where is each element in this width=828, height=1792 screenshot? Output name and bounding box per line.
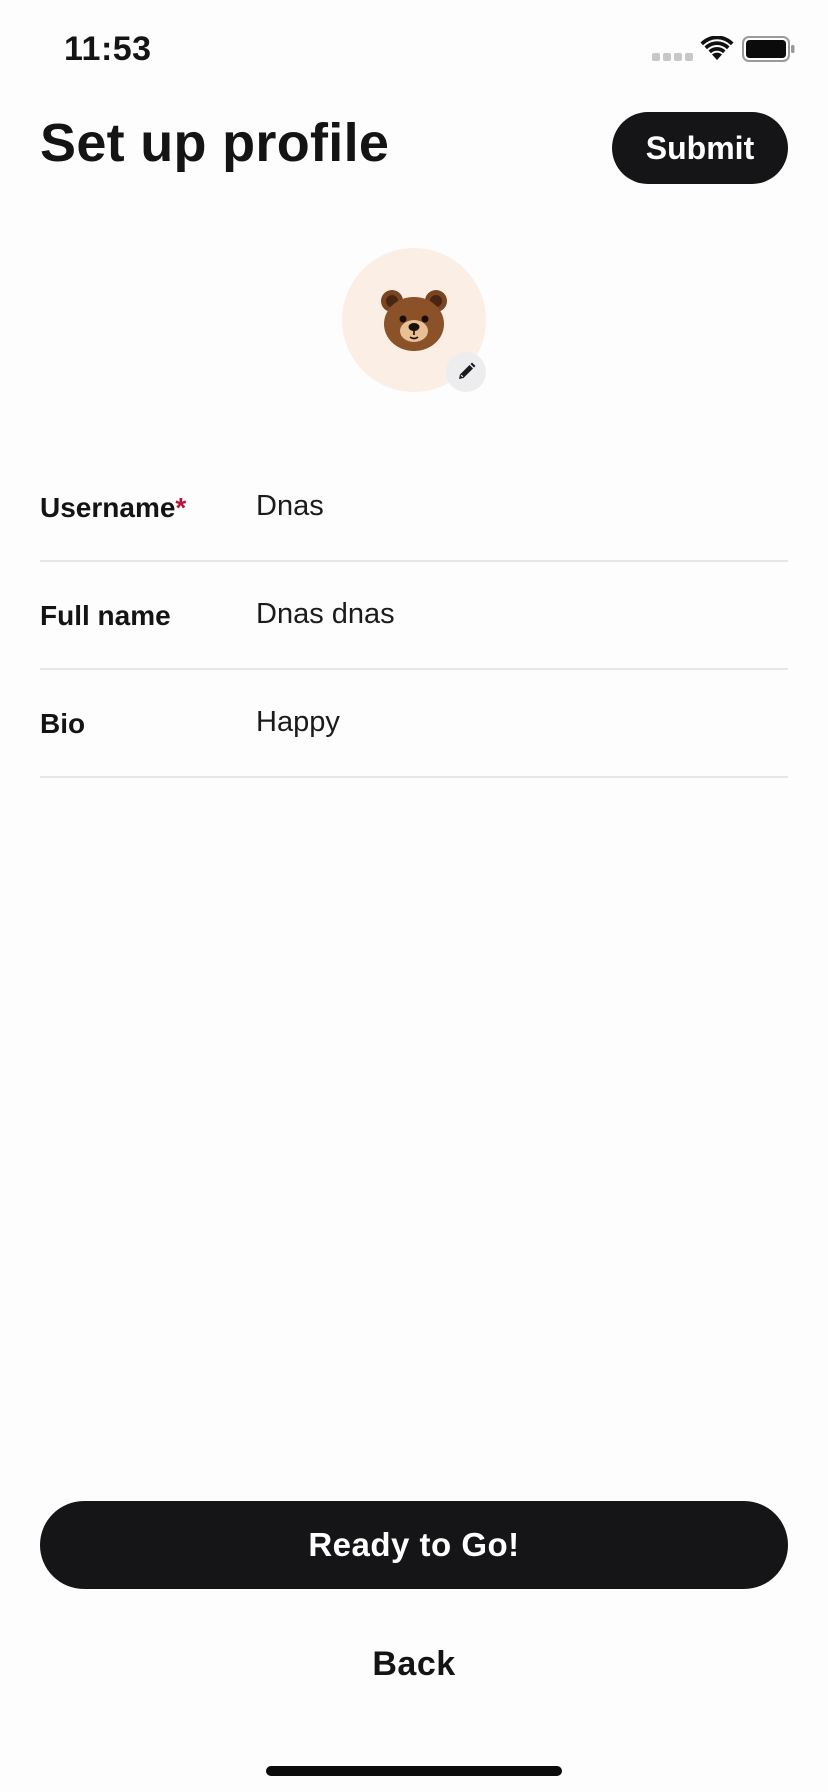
full-name-label: Full name (40, 600, 171, 631)
username-label: Username* (40, 492, 186, 524)
full-name-field[interactable]: Dnas dnas (256, 598, 776, 631)
page-title: Set up profile (40, 113, 390, 173)
home-indicator[interactable] (266, 1766, 562, 1776)
ready-to-go-button[interactable]: Ready to Go! (40, 1501, 788, 1589)
profile-setup-screen: 11:53 Set up profile Submit Username* Dn… (0, 0, 828, 1792)
bio-row: Bio Happy (40, 670, 788, 778)
wifi-icon (700, 36, 734, 60)
back-button[interactable]: Back (314, 1638, 514, 1690)
battery-icon (742, 36, 795, 62)
username-label-text: Username (40, 492, 176, 523)
status-bar: 11:53 (0, 0, 828, 100)
pencil-icon (459, 362, 476, 379)
required-mark: * (175, 492, 187, 523)
full-name-row: Full name Dnas dnas (40, 562, 788, 670)
profile-form: Username* Dnas Full name Dnas dnas Bio H… (40, 454, 788, 778)
cellular-signal-icon (652, 53, 693, 61)
username-field[interactable]: Dnas (256, 490, 776, 523)
edit-avatar-button[interactable] (446, 352, 486, 392)
username-row: Username* Dnas (40, 454, 788, 562)
bio-label: Bio (40, 708, 86, 739)
status-time: 11:53 (64, 30, 152, 68)
bear-face-icon (381, 290, 447, 351)
bio-field[interactable]: Happy (256, 706, 776, 739)
submit-button[interactable]: Submit (612, 112, 788, 184)
